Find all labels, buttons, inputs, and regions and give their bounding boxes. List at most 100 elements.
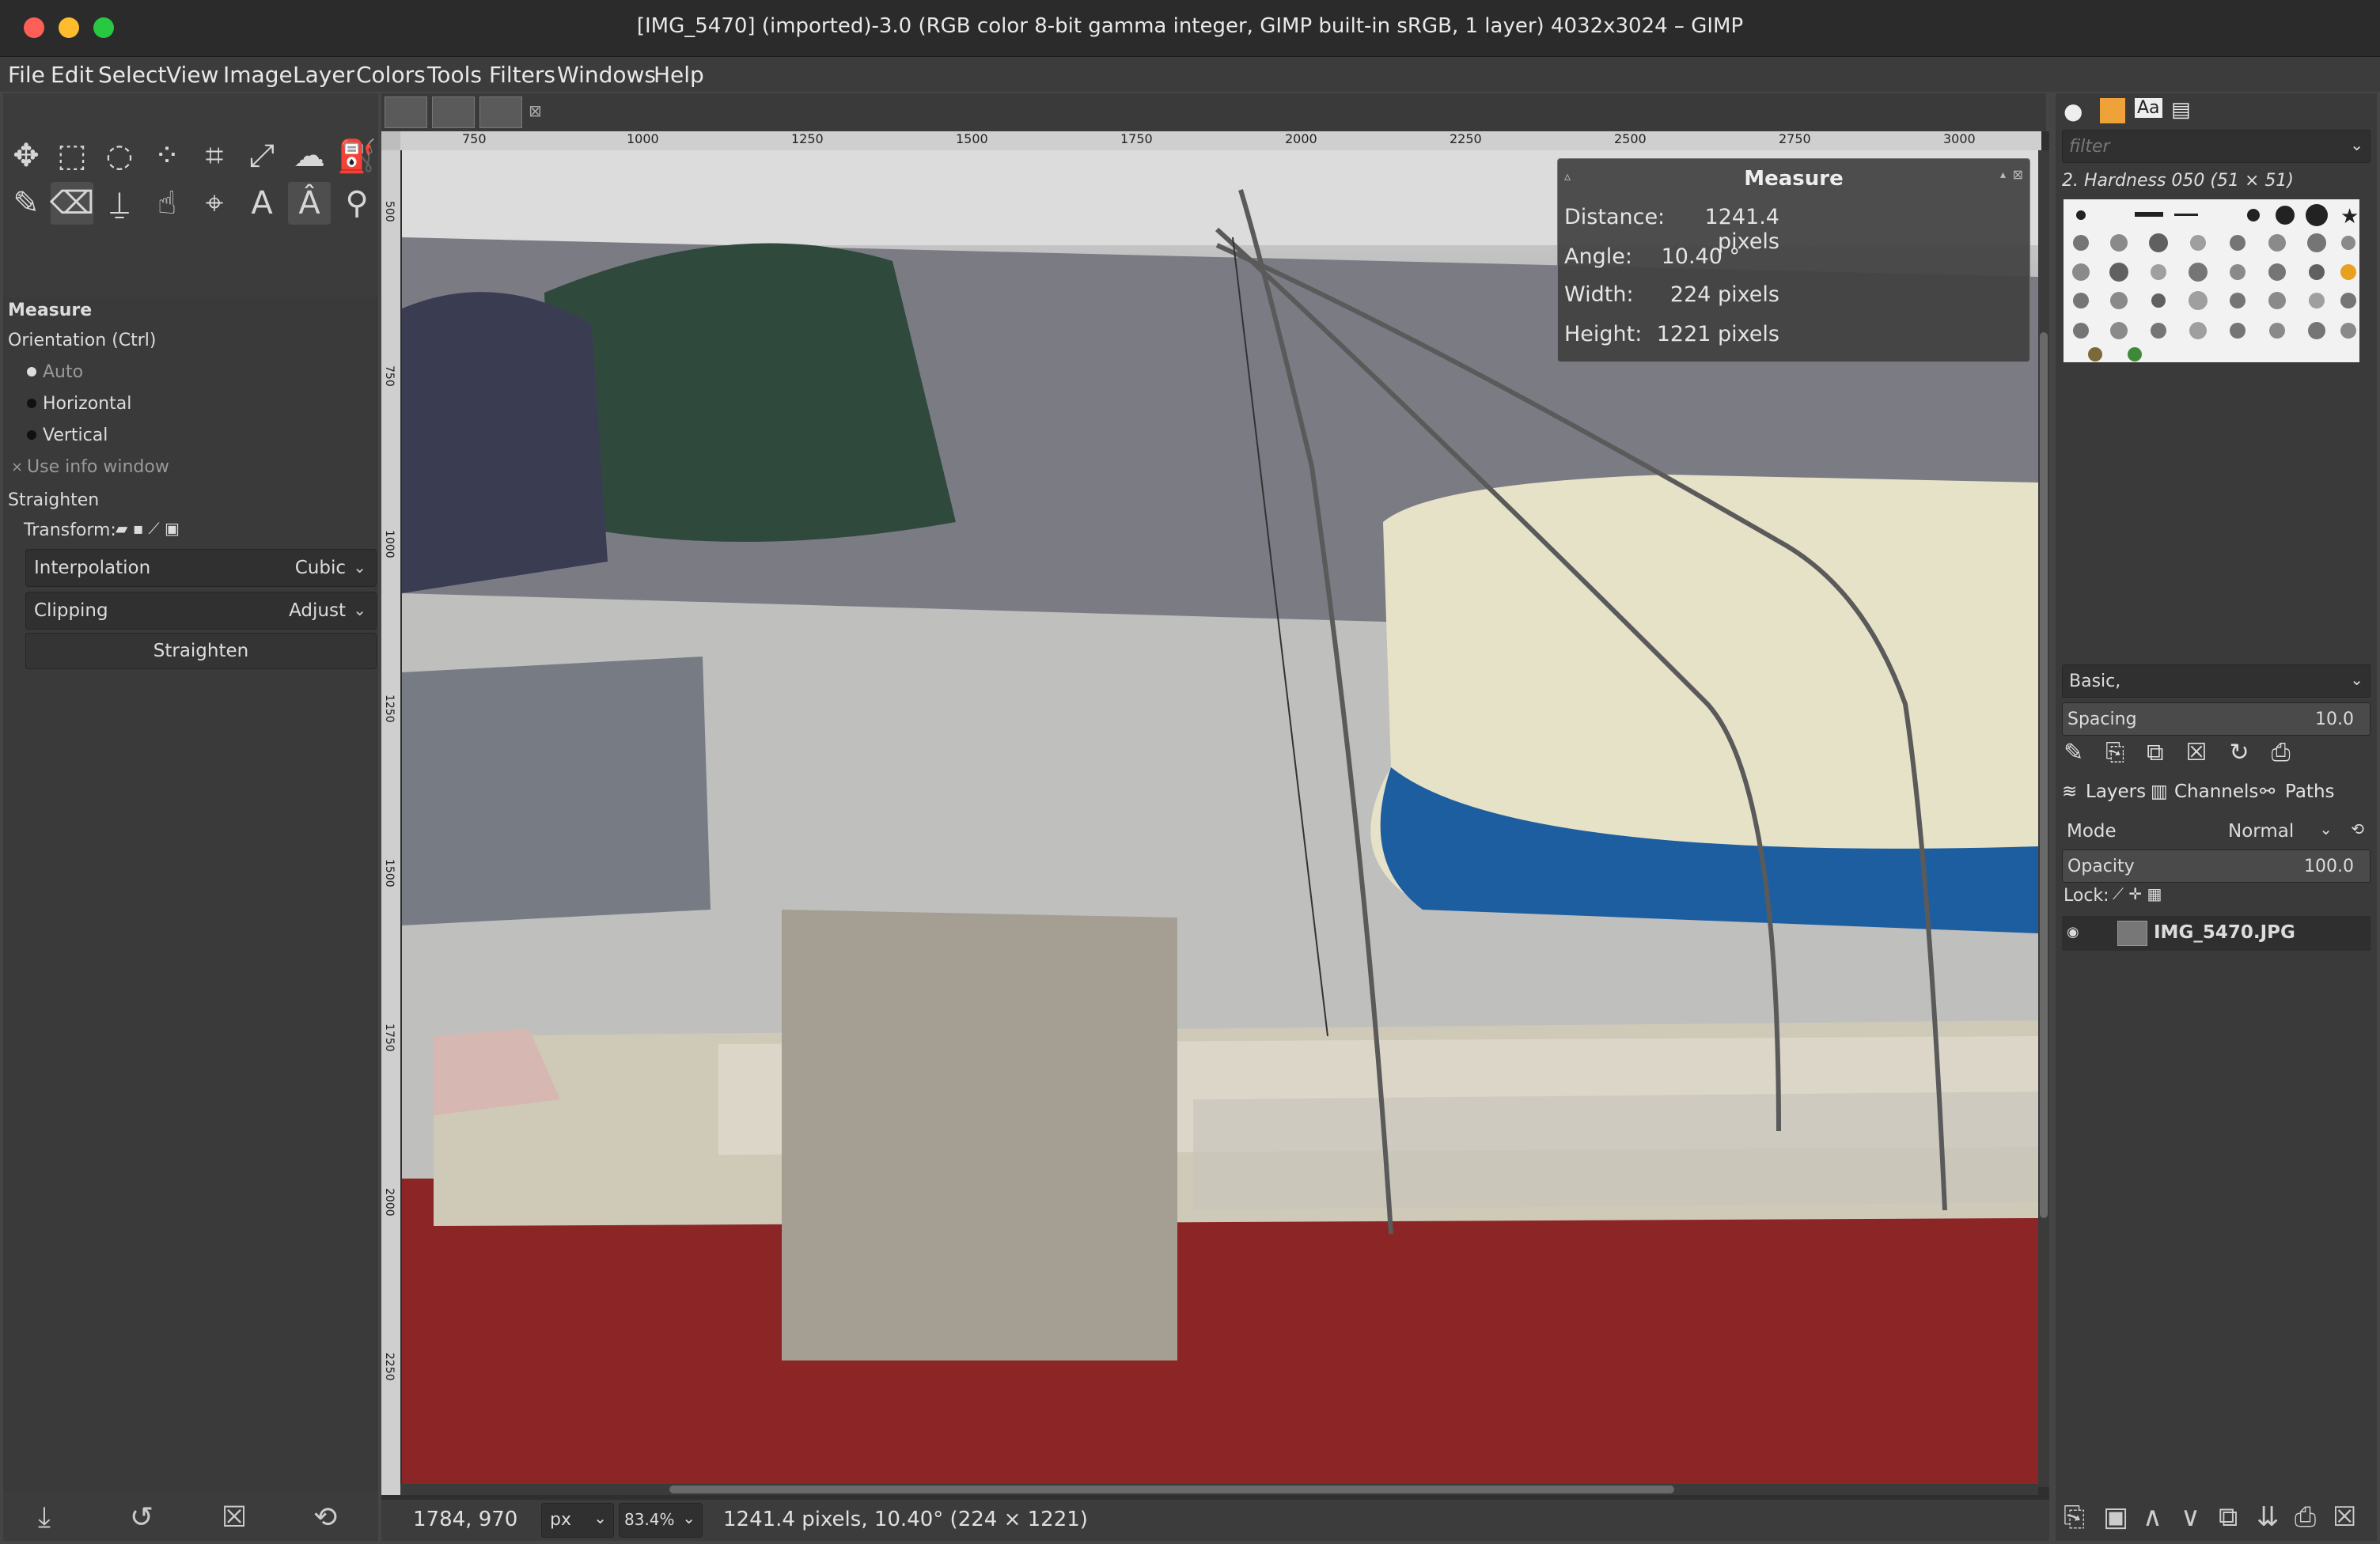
horizontal-ruler[interactable]: 750 1000 1250 1500 1750 2000 2250 2500 2… (400, 131, 2041, 150)
eraser-tool-icon[interactable]: ⌫ (50, 182, 94, 225)
close-tab-icon[interactable]: ⊠ (529, 101, 542, 120)
opacity-slider[interactable]: Opacity 100.0 (2062, 850, 2371, 883)
chevron-down-icon: ⌄ (2350, 135, 2363, 154)
brush-preset-select[interactable]: Basic, ⌄ (2062, 664, 2371, 698)
orientation-horizontal-label[interactable]: Horizontal (43, 394, 131, 414)
orientation-auto-label[interactable]: Auto (43, 362, 83, 382)
free-select-tool-icon[interactable]: ◌ (98, 134, 141, 177)
brush-tab-icon[interactable]: ● (2064, 98, 2082, 124)
document-history-tab-icon[interactable]: ▤ (2171, 98, 2191, 122)
paths-tab[interactable]: Paths (2285, 781, 2335, 802)
delete-layer-icon[interactable]: ☒ (2333, 1501, 2356, 1533)
menu-view[interactable]: View (166, 62, 218, 88)
rect-select-tool-icon[interactable]: ⬚ (51, 134, 93, 177)
merge-layer-icon[interactable]: ⇊ (2257, 1501, 2280, 1533)
reset-options-icon[interactable]: ⟲ (313, 1501, 337, 1534)
spacing-slider[interactable]: Spacing 10.0 (2062, 702, 2371, 736)
zoom-tool-icon[interactable]: ⚲ (335, 182, 378, 225)
use-info-window-checkbox[interactable]: × (11, 459, 23, 475)
restore-options-icon[interactable]: ↺ (130, 1501, 153, 1534)
right-dock: ● Aa ▤ filter ⌄ 2. Hardness 050 (51 × 51… (2056, 93, 2377, 1541)
orientation-auto-radio[interactable] (27, 367, 36, 377)
layers-tab-icon[interactable]: ≋ (2062, 781, 2077, 802)
bucket-fill-tool-icon[interactable]: ⛽ (335, 134, 378, 177)
font-tab-icon[interactable]: Aa (2135, 98, 2162, 118)
brush-preset-value: Basic, (2069, 672, 2121, 691)
chevron-down-icon: ⌄ (2319, 819, 2333, 838)
title-bar: [IMG_5470] (imported)-3.0 (RGB color 8-b… (0, 0, 2380, 57)
measure-tool-icon[interactable]: Â (288, 182, 331, 225)
menu-tools[interactable]: Tools (427, 62, 482, 88)
menu-layer[interactable]: Layer (293, 62, 354, 88)
navigate-corner-button[interactable] (381, 131, 400, 150)
close-icon[interactable]: ⊠ (2013, 167, 2023, 182)
pin-icon[interactable]: ▴ (2000, 168, 2006, 181)
new-layer-icon[interactable]: ⎘ (2064, 1501, 2085, 1533)
raise-layer-icon[interactable]: ∧ (2143, 1501, 2162, 1533)
visibility-eye-icon[interactable]: ◉ (2067, 924, 2079, 940)
brush-grid[interactable]: ★ (2064, 199, 2359, 362)
mode-switch-icon[interactable]: ⟲ (2351, 819, 2364, 838)
ruler-label: 2000 (1285, 131, 1317, 146)
menu-windows[interactable]: Windows (557, 62, 656, 88)
vertical-ruler[interactable]: 500 750 1000 1250 1500 1750 2000 2250 (381, 150, 400, 1495)
orientation-vertical-radio[interactable] (27, 430, 36, 440)
vertical-scrollbar-thumb[interactable] (2040, 332, 2048, 1218)
clipping-value: Adjust (289, 600, 346, 621)
image-tab-thumbnail[interactable] (432, 96, 475, 128)
menu-select[interactable]: Select (98, 62, 166, 88)
channels-tab-icon[interactable]: ▥ (2151, 781, 2168, 802)
crop-tool-icon[interactable]: ⌗ (193, 134, 236, 177)
lock-icons[interactable]: ⟋ ✛ ▦ (2113, 884, 2162, 903)
brush-action-icons[interactable]: ✎⎘⧉☒↻⎙ (2064, 739, 2313, 766)
menu-edit[interactable]: Edit (51, 62, 93, 88)
text-tool-icon[interactable]: A (241, 182, 283, 225)
menu-image[interactable]: Image (223, 62, 293, 88)
tool-options-title: Measure (8, 301, 93, 320)
layer-mask-icon[interactable]: ⎙ (2295, 1501, 2316, 1533)
unit-select[interactable]: px ⌄ (541, 1503, 614, 1538)
image-tab-thumbnail[interactable] (479, 96, 522, 128)
ruler-label: 3000 (1943, 131, 1976, 146)
straighten-button[interactable]: Straighten (25, 633, 377, 669)
unified-transform-tool-icon[interactable]: ⤢ (241, 134, 283, 177)
use-info-window-label[interactable]: Use info window (27, 457, 169, 477)
clone-tool-icon[interactable]: ⍊ (98, 182, 141, 225)
new-layer-group-icon[interactable]: ▣ (2103, 1501, 2128, 1533)
channels-tab[interactable]: Channels (2174, 781, 2258, 802)
pattern-tab-icon[interactable] (2100, 98, 2125, 123)
layer-mode-select[interactable]: Mode Normal ⌄ ⟲ (2062, 813, 2371, 848)
menu-filters[interactable]: Filters (489, 62, 555, 88)
brush-filter-input[interactable]: filter ⌄ (2062, 130, 2371, 163)
zoom-select[interactable]: 83.4% ⌄ (619, 1503, 703, 1538)
warp-tool-icon[interactable]: ☁ (288, 134, 331, 177)
mode-value: Normal (2228, 821, 2295, 842)
image-tab-thumbnail[interactable] (385, 96, 427, 128)
orientation-horizontal-radio[interactable] (27, 399, 36, 408)
chevron-down-icon: ⌄ (682, 1508, 695, 1527)
layers-tab[interactable]: Layers (2086, 781, 2146, 802)
chevron-down-icon: ⌄ (593, 1508, 607, 1527)
interpolation-select[interactable]: Interpolation Cubic ⌄ (25, 549, 377, 587)
orientation-vertical-label[interactable]: Vertical (43, 426, 108, 445)
clipping-select[interactable]: Clipping Adjust ⌄ (25, 592, 377, 630)
menu-file[interactable]: File (8, 62, 45, 88)
chevron-down-icon: ⌄ (353, 558, 366, 577)
paintbrush-tool-icon[interactable]: ✎ (5, 182, 47, 225)
duplicate-layer-icon[interactable]: ⧉ (2219, 1501, 2238, 1533)
save-options-icon[interactable]: ⤓ (38, 1501, 51, 1535)
path-tool-icon[interactable]: ⌖ (193, 182, 236, 225)
transform-layer-icon[interactable]: ▰ ▪ ⟋ ▣ (116, 519, 180, 538)
menu-help[interactable]: Help (654, 62, 704, 88)
delete-options-icon[interactable]: ☒ (222, 1501, 247, 1534)
menu-colors[interactable]: Colors (356, 62, 426, 88)
paths-tab-icon[interactable]: ⚯ (2260, 781, 2275, 802)
measure-info-window: ▵ Measure ▴ ⊠ Distance: 1241.4 pixels An… (1557, 158, 2030, 362)
move-tool-icon[interactable]: ✥ (5, 134, 47, 177)
horizontal-scrollbar-thumb[interactable] (669, 1485, 1674, 1493)
layer-name[interactable]: IMG_5470.JPG (2154, 922, 2295, 943)
fuzzy-select-tool-icon[interactable]: ⁘ (146, 134, 188, 177)
lower-layer-icon[interactable]: ∨ (2181, 1501, 2200, 1533)
layer-row[interactable]: ◉ IMG_5470.JPG (2062, 916, 2371, 951)
smudge-tool-icon[interactable]: ☝ (146, 182, 188, 225)
